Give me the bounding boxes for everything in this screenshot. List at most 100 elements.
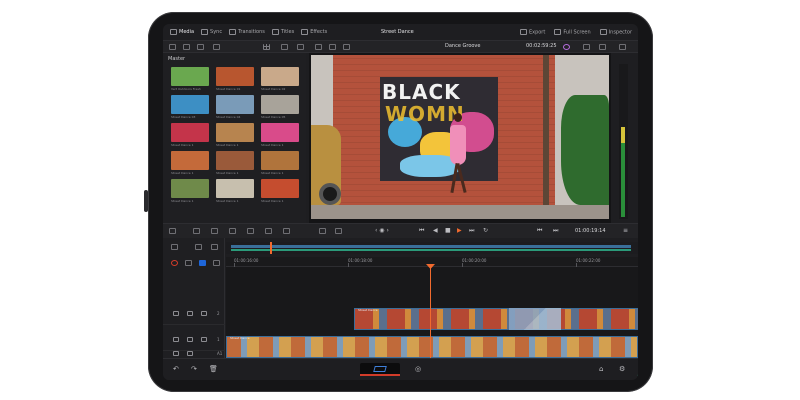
- media-clip[interactable]: Street Dance 03: [171, 95, 209, 120]
- media-clip[interactable]: Street Dance 1: [261, 151, 299, 176]
- media-clip[interactable]: Vert Outdoors Fresh: [171, 67, 209, 92]
- transitions-icon: [229, 29, 237, 35]
- timeline-clip-v1[interactable]: Street Dance: [226, 336, 638, 358]
- media-tab[interactable]: Media: [170, 29, 194, 35]
- audio-icon[interactable]: [187, 337, 193, 342]
- fit-to-fill-icon[interactable]: [319, 228, 326, 234]
- sync-tab[interactable]: Sync: [201, 29, 222, 35]
- clip-label: Street Dance 1: [261, 143, 284, 147]
- export-button[interactable]: Export: [519, 28, 546, 36]
- lock-track-icon[interactable]: [211, 244, 218, 250]
- inspector-button[interactable]: Inspector: [599, 28, 632, 35]
- transitions-tab-label: Transitions: [238, 29, 265, 35]
- magnet-icon[interactable]: [171, 260, 178, 266]
- media-clip[interactable]: Street Dance 01: [216, 67, 254, 92]
- blade-tool-icon[interactable]: [169, 228, 176, 234]
- volume-icon[interactable]: [619, 44, 626, 50]
- search-icon[interactable]: [281, 44, 288, 50]
- clip-viewer-icon[interactable]: [343, 44, 350, 50]
- play-icon[interactable]: ▶: [457, 228, 462, 234]
- titles-tab[interactable]: Titles: [271, 29, 294, 35]
- import-media-icon[interactable]: [183, 44, 190, 50]
- clip-thumbnail: [171, 95, 209, 114]
- track-headers: 2 1 A1: [163, 290, 225, 358]
- bins-icon[interactable]: [213, 44, 220, 50]
- edit-page-icon[interactable]: ◎: [415, 366, 421, 373]
- timeline-overview[interactable]: [226, 242, 638, 254]
- transition-clip[interactable]: [509, 308, 561, 330]
- link-icon[interactable]: [211, 228, 218, 234]
- lock-icon[interactable]: [173, 311, 179, 316]
- lock-icon[interactable]: [173, 351, 179, 356]
- media-clip[interactable]: Street Dance 1: [261, 123, 299, 148]
- grid-view-icon[interactable]: [263, 44, 270, 50]
- snap-icon[interactable]: [193, 228, 200, 234]
- ruler-label: 01:00:16:00: [234, 258, 259, 263]
- audio-icon[interactable]: [187, 351, 193, 356]
- media-clip[interactable]: Street Dance 1: [216, 179, 254, 204]
- export-label: Export: [528, 29, 546, 36]
- home-icon[interactable]: ⌂: [599, 366, 603, 373]
- trim-icon[interactable]: [229, 228, 236, 234]
- go-to-start-icon[interactable]: ⏮: [419, 228, 424, 234]
- previous-clip-icon[interactable]: ⏮: [537, 228, 542, 234]
- media-pool-toggle-icon[interactable]: [169, 44, 176, 50]
- overview-playhead[interactable]: [270, 242, 272, 254]
- play-reverse-icon[interactable]: ◀: [433, 228, 438, 234]
- selection-mode-icon[interactable]: [199, 260, 206, 266]
- viewer[interactable]: BLACK WOMN: [309, 53, 611, 223]
- go-to-end-icon[interactable]: ⏭: [469, 228, 474, 234]
- ripple-icon[interactable]: [247, 228, 254, 234]
- replace-icon[interactable]: [265, 228, 272, 234]
- media-clip[interactable]: Street Dance 1: [171, 123, 209, 148]
- track-name: A1: [217, 351, 223, 356]
- dropper-icon[interactable]: [583, 44, 590, 50]
- media-clip[interactable]: Street Dance 02: [261, 67, 299, 92]
- custom-zoom-icon[interactable]: [213, 260, 220, 266]
- overwrite-icon[interactable]: [283, 228, 290, 234]
- fullscreen-button[interactable]: Full Screen: [554, 28, 591, 35]
- effects-tab[interactable]: Effects: [301, 29, 327, 35]
- sort-icon[interactable]: [197, 44, 204, 50]
- transitions-tab[interactable]: Transitions: [229, 29, 265, 35]
- settings-icon[interactable]: ⚙: [619, 366, 625, 373]
- redo-icon[interactable]: ↷: [191, 366, 197, 373]
- jog-control-icon[interactable]: ‹ ◉ ›: [375, 228, 389, 234]
- place-on-top-icon[interactable]: [335, 228, 342, 234]
- clip-thumbnail: [216, 123, 254, 142]
- clip-thumbnail: [261, 151, 299, 170]
- overview-video-track: [231, 245, 631, 248]
- cut-page-button[interactable]: [360, 363, 400, 376]
- color-wheel-icon[interactable]: [563, 44, 570, 50]
- audio-track-icon[interactable]: [195, 244, 202, 250]
- loop-icon[interactable]: ↻: [483, 228, 488, 234]
- lock-icon[interactable]: [173, 337, 179, 342]
- media-clip[interactable]: Street Dance 1: [171, 179, 209, 204]
- monitor-icon[interactable]: [201, 337, 207, 342]
- list-view-icon[interactable]: [297, 44, 304, 50]
- menu-icon[interactable]: ≡: [623, 228, 628, 234]
- monitor-icon[interactable]: [201, 311, 207, 316]
- clip-label: Street Dance 03: [171, 115, 196, 119]
- next-clip-icon[interactable]: ⏭: [553, 228, 558, 234]
- timeline-clip-v2[interactable]: Street Dance: [354, 308, 638, 330]
- audio-icon[interactable]: [187, 311, 193, 316]
- media-clip[interactable]: Street Dance 1: [216, 151, 254, 176]
- zoom-icon[interactable]: [185, 260, 192, 266]
- media-clip[interactable]: Street Dance 1: [261, 179, 299, 204]
- media-clip[interactable]: Street Dance 05: [261, 95, 299, 120]
- source-viewer-icon[interactable]: [315, 44, 322, 50]
- timeline-viewer-icon[interactable]: [329, 44, 336, 50]
- media-tab-label: Media: [179, 29, 195, 35]
- clip-thumbnail: [171, 123, 209, 142]
- media-clip[interactable]: Street Dance 04: [216, 95, 254, 120]
- clip-label: Street Dance 1: [216, 171, 239, 175]
- safe-area-icon[interactable]: [599, 44, 606, 50]
- undo-icon[interactable]: ↶: [173, 366, 179, 373]
- media-clip[interactable]: Street Dance 1: [216, 123, 254, 148]
- track-options-icon[interactable]: [171, 244, 178, 250]
- scene-dancer: [448, 113, 468, 195]
- media-clip[interactable]: Street Dance 1: [171, 151, 209, 176]
- stop-icon[interactable]: ■: [445, 228, 451, 234]
- delete-icon[interactable]: 🗑: [209, 366, 218, 373]
